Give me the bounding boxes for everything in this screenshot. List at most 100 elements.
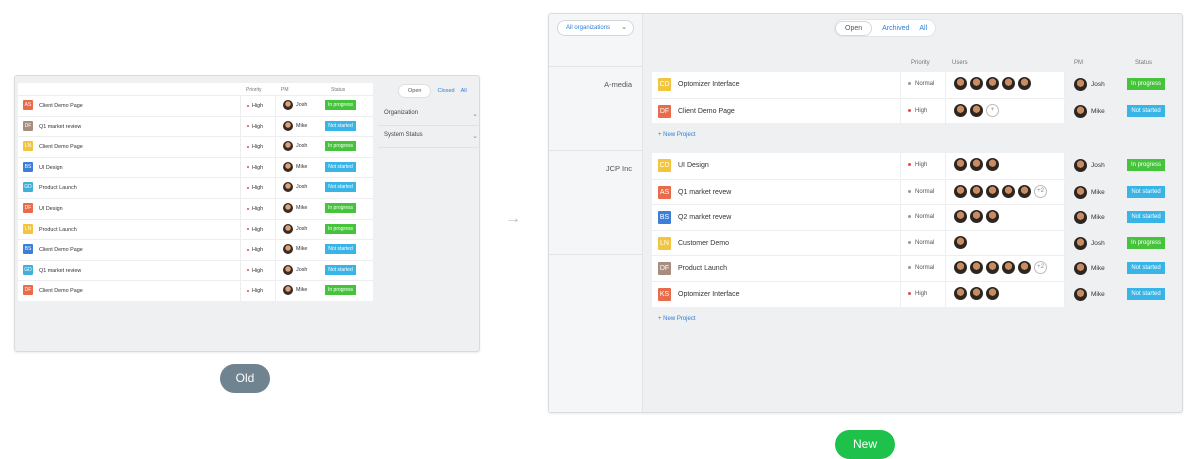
user-avatar[interactable]: [954, 103, 967, 117]
status-badge: In progress: [325, 285, 356, 296]
priority-label: High: [252, 123, 264, 130]
status-badge: In progress: [325, 223, 356, 234]
project-icon: LN: [23, 223, 33, 234]
project-name[interactable]: Client Demo Page: [39, 144, 83, 150]
project-name[interactable]: Q1 market revew: [678, 189, 731, 196]
table-row[interactable]: DF UI Design High Mike In progress: [18, 197, 373, 219]
project-name[interactable]: Client Demo Page: [678, 108, 735, 115]
table-row[interactable]: AS Q1 market revew Normal +2 Mike Not started: [652, 178, 1165, 205]
new-project-link[interactable]: + New Project: [658, 132, 696, 138]
user-avatar[interactable]: [954, 158, 967, 171]
project-name[interactable]: Optomizer Interface: [678, 81, 739, 88]
new-project-link[interactable]: + New Project: [658, 316, 696, 322]
project-name[interactable]: Client Demo Page: [39, 247, 83, 253]
priority-label: Normal: [915, 214, 935, 221]
old-organization-filter[interactable]: Organization ⌄: [378, 110, 480, 126]
user-avatar[interactable]: [986, 184, 999, 198]
user-avatar[interactable]: [954, 184, 967, 198]
tab-all[interactable]: All: [919, 25, 927, 32]
table-row[interactable]: BS Q2 market revew Normal Mike Not started: [652, 204, 1165, 231]
old-tabs: Open Closed All: [398, 84, 480, 98]
pm-cell: Mike: [1064, 179, 1124, 205]
user-avatar[interactable]: [1018, 184, 1031, 198]
table-row[interactable]: GD Q1 market review High Josh Not started: [18, 259, 373, 281]
user-avatar[interactable]: [970, 261, 983, 275]
priority-label: Normal: [915, 81, 935, 87]
user-avatar[interactable]: [954, 77, 967, 90]
project-name[interactable]: Product Launch: [678, 265, 727, 272]
table-row[interactable]: CD UI Design High Josh In progress: [652, 153, 1165, 179]
user-avatar[interactable]: [986, 158, 999, 171]
project-icon: BS: [658, 211, 671, 225]
project-name[interactable]: UI Design: [678, 162, 709, 169]
table-row[interactable]: DF Q1 market review High Mike Not started: [18, 115, 373, 137]
project-name[interactable]: Product Launch: [39, 185, 77, 191]
old-tab-closed[interactable]: Closed: [437, 88, 454, 94]
avatar: [283, 244, 293, 255]
project-icon: LN: [658, 236, 671, 250]
priority-cell: High: [240, 157, 263, 178]
priority-label: High: [915, 107, 928, 114]
user-avatar[interactable]: [970, 77, 983, 90]
table-row[interactable]: LN Client Demo Page High Josh In progress: [18, 136, 373, 158]
old-tab-open[interactable]: Open: [398, 84, 432, 98]
user-avatar[interactable]: [970, 210, 983, 224]
table-row[interactable]: DF Client Demo Page High Mike In progress: [18, 280, 373, 302]
avatar: [1074, 159, 1087, 172]
project-name[interactable]: Optomizer Interface: [678, 291, 739, 298]
user-avatar[interactable]: [954, 210, 967, 224]
add-user-button[interactable]: +: [986, 103, 999, 117]
user-avatar[interactable]: [986, 286, 999, 300]
project-name[interactable]: Client Demo Page: [39, 103, 83, 109]
table-row[interactable]: KS Optomizer Interface High Mike Not started: [652, 280, 1165, 307]
user-avatar[interactable]: [970, 286, 983, 300]
project-name[interactable]: Client Demo Page: [39, 288, 83, 294]
project-name[interactable]: UI Design: [39, 165, 63, 171]
user-avatar[interactable]: [1002, 184, 1015, 198]
project-name[interactable]: Q1 market review: [39, 124, 81, 130]
user-avatar[interactable]: [970, 103, 983, 117]
add-user-button[interactable]: +2: [1034, 261, 1047, 275]
table-row[interactable]: AS Client Demo Page High Josh In progress: [18, 95, 373, 116]
user-avatar[interactable]: [954, 235, 967, 249]
user-avatar[interactable]: [986, 261, 999, 275]
project-name[interactable]: Product Launch: [39, 227, 77, 233]
user-avatar[interactable]: [954, 261, 967, 275]
priority-dot-icon: [908, 189, 911, 193]
table-row[interactable]: CD Optomizer Interface Normal Josh In progre…: [652, 72, 1165, 98]
table-row[interactable]: LN Customer Demo Normal Josh In progress: [652, 229, 1165, 256]
project-icon: DF: [658, 262, 671, 276]
project-name[interactable]: Q2 market revew: [678, 214, 731, 221]
user-avatar[interactable]: [986, 210, 999, 224]
user-avatar[interactable]: [970, 184, 983, 198]
table-row[interactable]: BS UI Design High Mike Not started: [18, 156, 373, 178]
old-system-status-filter[interactable]: System Status ⌄: [378, 132, 480, 148]
user-avatar[interactable]: [1018, 77, 1031, 90]
tab-archived[interactable]: Archived: [882, 25, 909, 32]
add-user-button[interactable]: +2: [1034, 184, 1047, 198]
project-icon: DF: [658, 104, 671, 118]
old-system-status-label: System Status: [384, 132, 423, 138]
tab-open[interactable]: Open: [835, 20, 873, 36]
priority-dot-icon: [247, 145, 249, 148]
old-tab-all[interactable]: All: [461, 88, 467, 94]
table-row[interactable]: GD Product Launch High Josh Not started: [18, 177, 373, 199]
user-avatar[interactable]: [986, 77, 999, 90]
org-select[interactable]: All organizations ⌄: [557, 20, 634, 36]
table-row[interactable]: BS Client Demo Page High Mike Not started: [18, 239, 373, 261]
avatar: [1074, 185, 1087, 199]
user-avatar[interactable]: [1002, 261, 1015, 275]
chevron-down-icon: ⌄: [472, 111, 478, 118]
user-avatar[interactable]: [970, 158, 983, 171]
table-row[interactable]: LN Product Launch High Josh In progress: [18, 218, 373, 240]
project-name[interactable]: Customer Demo: [678, 240, 729, 247]
pm-name: Josh: [1091, 240, 1105, 247]
user-avatar[interactable]: [954, 286, 967, 300]
priority-cell: High: [240, 219, 263, 240]
table-row[interactable]: DF Client Demo Page High + Mike Not started: [652, 97, 1165, 124]
table-row[interactable]: DF Product Launch Normal +2 Mike Not started: [652, 255, 1165, 282]
project-name[interactable]: UI Design: [39, 206, 63, 212]
project-name[interactable]: Q1 market review: [39, 268, 81, 274]
user-avatar[interactable]: [1002, 77, 1015, 90]
user-avatar[interactable]: [1018, 261, 1031, 275]
